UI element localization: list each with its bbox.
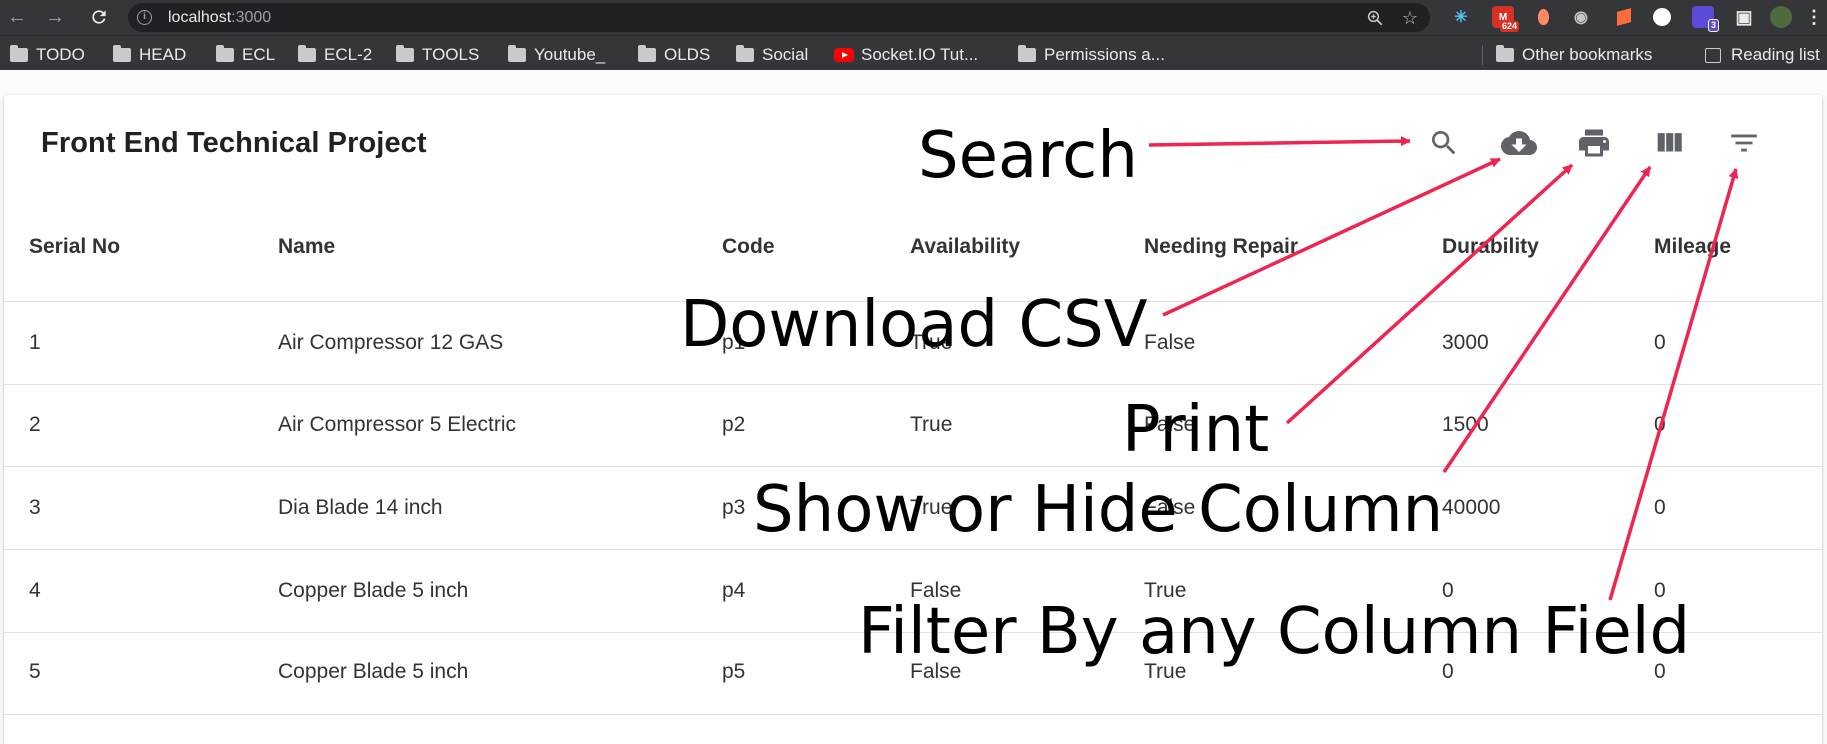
- cell-durability: 1500: [1442, 413, 1489, 436]
- row-divider: [4, 714, 1822, 715]
- cell-serial: 2: [29, 413, 41, 436]
- cell-code: p4: [722, 579, 746, 602]
- column-header-availability[interactable]: Availability: [910, 235, 1020, 259]
- bookmark-ecl-2[interactable]: ECL-2: [298, 45, 372, 65]
- reload-icon[interactable]: [86, 4, 112, 30]
- browser-toolbar: ← → i localhost:3000 ☆ ✳ M 624 ◉ 3 ▣ ⋮: [0, 0, 1827, 35]
- column-header-serial[interactable]: Serial No: [29, 235, 120, 259]
- annotation-filter: Filter By any Column Field: [858, 595, 1691, 669]
- folder-icon: [1496, 45, 1514, 62]
- reading-list[interactable]: Reading list: [1705, 45, 1820, 65]
- reading-list-icon: [1705, 47, 1721, 63]
- filter-list-icon: [1731, 134, 1757, 152]
- cell-mileage: 0: [1654, 496, 1666, 519]
- bookmark-olds[interactable]: OLDS: [638, 45, 710, 65]
- bookmark-ecl[interactable]: ECL: [216, 45, 275, 65]
- cell-name: Copper Blade 5 inch: [278, 579, 469, 602]
- bookmark-todo[interactable]: TODO: [10, 45, 85, 65]
- row-divider: [4, 384, 1822, 385]
- cell-name: Dia Blade 14 inch: [278, 496, 443, 519]
- bookmarks-bar: TODO HEAD ECL ECL-2 TOOLS Youtube_ OLDS …: [0, 35, 1827, 70]
- url-text: localhost:3000: [168, 9, 272, 26]
- bookmark-permissions[interactable]: Permissions a...: [1018, 45, 1165, 65]
- print-icon: [1579, 129, 1609, 157]
- row-divider: [4, 466, 1822, 467]
- zoom-icon[interactable]: [1364, 8, 1386, 28]
- bookmarks-separator: [1482, 45, 1483, 65]
- view-column-icon: [1657, 133, 1682, 152]
- annotation-search: Search: [918, 119, 1138, 193]
- youtube-icon: [834, 48, 854, 62]
- bookmark-social[interactable]: Social: [736, 45, 808, 65]
- address-bar[interactable]: i localhost:3000 ☆: [128, 3, 1430, 32]
- cell-code: p3: [722, 496, 746, 519]
- folder-icon: [736, 45, 754, 62]
- cell-mileage: 0: [1654, 413, 1666, 436]
- folder-icon: [396, 45, 414, 62]
- cell-serial: 4: [29, 579, 41, 602]
- annotation-print: Print: [1122, 393, 1270, 467]
- page-title: Front End Technical Project: [41, 127, 427, 159]
- back-arrow-icon[interactable]: ←: [4, 4, 30, 30]
- bookmark-socketio[interactable]: Socket.IO Tut...: [834, 45, 978, 65]
- bookmark-star-icon[interactable]: ☆: [1399, 8, 1421, 28]
- fire-icon[interactable]: [1532, 6, 1554, 28]
- clock-icon[interactable]: [1651, 6, 1673, 28]
- row-divider: [4, 549, 1822, 550]
- bookmark-tools[interactable]: TOOLS: [396, 45, 479, 65]
- forward-arrow-icon[interactable]: →: [42, 4, 68, 30]
- cell-name: Air Compressor 12 GAS: [278, 331, 504, 354]
- puzzle-icon[interactable]: ▣: [1733, 6, 1755, 28]
- folder-icon: [1018, 45, 1036, 62]
- menu-dots-icon[interactable]: ⋮: [1803, 6, 1825, 28]
- bookmark-youtube[interactable]: Youtube_: [508, 45, 605, 65]
- site-info-icon[interactable]: i: [137, 10, 152, 25]
- annotation-show-hide-column: Show or Hide Column: [753, 473, 1444, 547]
- annotation-download-csv: Download CSV: [680, 288, 1148, 362]
- ai-sparkle-icon[interactable]: ✳: [1450, 6, 1472, 28]
- folder-icon: [638, 45, 656, 62]
- search-button[interactable]: [1426, 125, 1462, 161]
- gmail-icon[interactable]: M 624: [1492, 6, 1519, 32]
- column-header-durability[interactable]: Durability: [1442, 235, 1539, 259]
- cell-durability: 40000: [1442, 496, 1501, 519]
- column-header-code[interactable]: Code: [722, 235, 775, 259]
- folder-icon: [298, 45, 316, 62]
- cell-serial: 3: [29, 496, 41, 519]
- cell-code: p2: [722, 413, 746, 436]
- cell-name: Air Compressor 5 Electric: [278, 413, 517, 436]
- profile-avatar[interactable]: [1770, 6, 1792, 28]
- cell-availability: True: [910, 413, 953, 436]
- folder-icon: [10, 45, 28, 62]
- print-button[interactable]: [1576, 125, 1612, 161]
- bookmark-head[interactable]: HEAD: [113, 45, 186, 65]
- folder-icon: [508, 45, 526, 62]
- download-csv-button[interactable]: [1501, 125, 1537, 161]
- cell-mileage: 0: [1654, 331, 1666, 354]
- filter-button[interactable]: [1726, 125, 1762, 161]
- search-icon: [1432, 131, 1456, 155]
- cell-durability: 3000: [1442, 331, 1489, 354]
- cell-name: Copper Blade 5 inch: [278, 660, 469, 683]
- camera-icon[interactable]: ◉: [1570, 6, 1592, 28]
- column-header-name[interactable]: Name: [278, 235, 335, 259]
- view-columns-button[interactable]: [1651, 125, 1687, 161]
- postman-icon[interactable]: [1613, 6, 1635, 28]
- other-bookmarks[interactable]: Other bookmarks: [1496, 45, 1652, 65]
- cell-code: p5: [722, 660, 746, 683]
- cell-serial: 1: [29, 331, 41, 354]
- folder-icon: [113, 45, 131, 62]
- folder-icon: [216, 45, 234, 62]
- column-header-mileage[interactable]: Mileage: [1654, 235, 1731, 259]
- column-header-needing-repair[interactable]: Needing Repair: [1144, 235, 1298, 259]
- cloud-download-icon: [1501, 131, 1537, 155]
- cell-needing-repair: False: [1144, 331, 1196, 354]
- cell-serial: 5: [29, 660, 41, 683]
- purple-extension-icon[interactable]: 3: [1692, 6, 1719, 32]
